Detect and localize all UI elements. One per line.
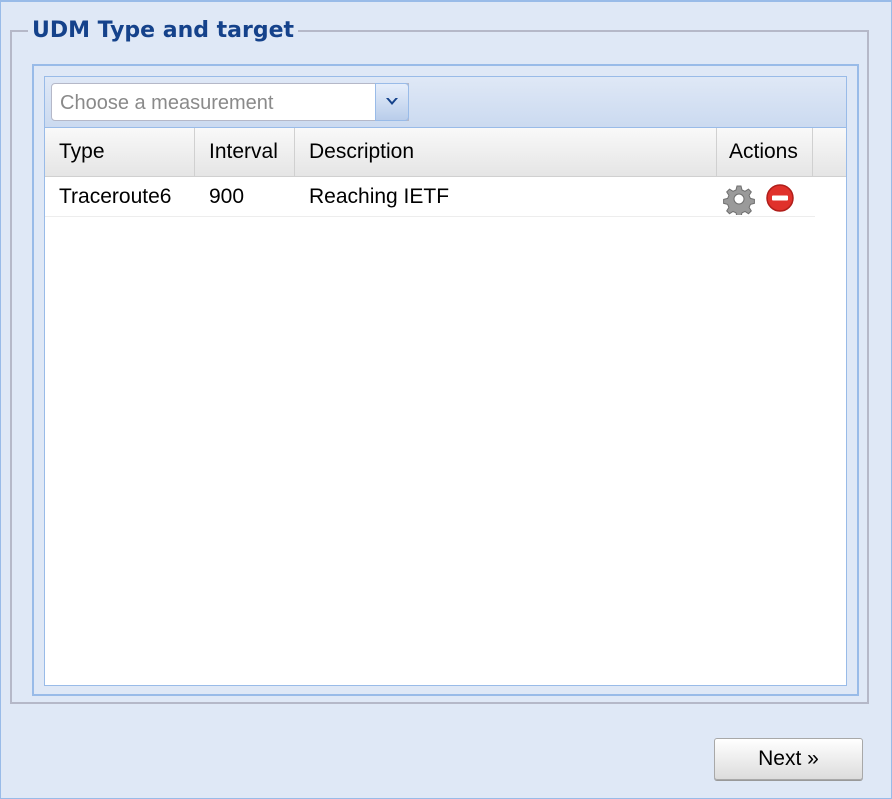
chevron-down-icon xyxy=(386,98,398,105)
cell-interval: 900 xyxy=(209,185,245,208)
combo-placeholder: Choose a measurement xyxy=(60,92,274,114)
column-header-description[interactable]: Description xyxy=(295,128,717,176)
column-header-actions[interactable]: Actions xyxy=(717,128,813,176)
measurement-grid: Choose a measurement Type Interval Descr… xyxy=(44,76,847,686)
column-header-type[interactable]: Type xyxy=(45,128,195,176)
gear-icon[interactable] xyxy=(723,183,755,215)
column-header-interval[interactable]: Interval xyxy=(195,128,295,176)
combo-dropdown-button[interactable] xyxy=(375,83,409,121)
table-row[interactable]: Traceroute6 900 Reaching IETF xyxy=(45,177,815,217)
cell-type: Traceroute6 xyxy=(59,185,172,208)
measurement-combobox[interactable]: Choose a measurement xyxy=(51,83,409,121)
remove-icon[interactable] xyxy=(765,183,795,213)
grid-toolbar: Choose a measurement xyxy=(45,77,846,128)
next-button[interactable]: Next » xyxy=(714,738,863,780)
cell-description: Reaching IETF xyxy=(309,185,450,208)
grid-header: Type Interval Description Actions xyxy=(45,128,846,177)
fieldset-title: UDM Type and target xyxy=(32,18,295,43)
